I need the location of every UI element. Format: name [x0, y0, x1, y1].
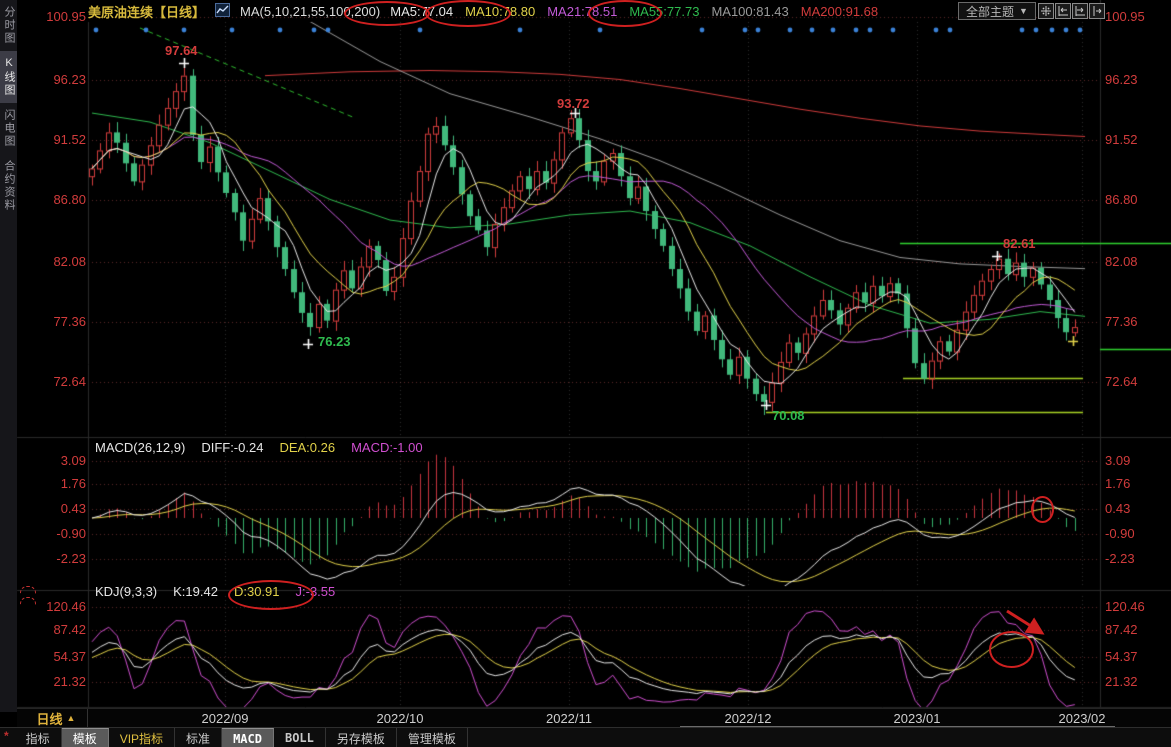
month-label: 2023/02 [1059, 711, 1106, 726]
kdj-scale-left: 21.32 [28, 674, 86, 689]
month-label: 2022/12 [725, 711, 772, 726]
price-axis-right-label: 100.95 [1105, 9, 1145, 24]
tab-另存模板[interactable]: 另存模板 [326, 728, 397, 747]
tab-VIP指标[interactable]: VIP指标 [109, 728, 175, 747]
annotation-ellipse [989, 631, 1034, 668]
macd-scale-left: 0.43 [28, 501, 86, 516]
macd-scale-right: 1.76 [1105, 476, 1130, 491]
chevron-down-icon: ▼ [1019, 6, 1028, 16]
ma-value-5: MA200:91.68 [801, 4, 878, 19]
month-label: 2023/01 [894, 711, 941, 726]
price-annotation: 93.72 [557, 96, 590, 111]
price-axis-left-label: 86.80 [28, 192, 86, 207]
annotation-ellipse [228, 580, 314, 610]
month-label: 2022/11 [546, 711, 592, 726]
month-label: 2022/10 [377, 711, 424, 726]
theme-dropdown[interactable]: 全部主题 ▼ [958, 2, 1036, 20]
scroll-indicator[interactable] [680, 726, 1115, 727]
macd-scale-right: 0.43 [1105, 501, 1130, 516]
symbol-title: 美原油连续【日线】 [88, 2, 205, 21]
macd-scale-right: -0.90 [1105, 526, 1135, 541]
price-axis-right-label: 82.08 [1105, 254, 1138, 269]
macd-name-label: MACD(26,12,9) [95, 440, 185, 455]
tab-标准[interactable]: 标准 [175, 728, 222, 747]
compress-right-icon[interactable] [1072, 3, 1088, 19]
sidebar-item-2[interactable]: 闪电图 [0, 103, 17, 154]
shift-right-icon[interactable] [1089, 3, 1105, 19]
compress-left-icon[interactable] [1055, 3, 1071, 19]
period-selector[interactable]: 日线 ▲ [25, 709, 88, 727]
macd-macd-value: MACD:-1.00 [351, 440, 423, 455]
price-axis-right-label: 77.36 [1105, 314, 1138, 329]
annotation-ellipse [344, 1, 430, 26]
macd-scale-left: 3.09 [28, 453, 86, 468]
mini-chart-icon [215, 3, 230, 20]
price-axis-right-label: 86.80 [1105, 192, 1138, 207]
macd-scale-left: -2.23 [28, 551, 86, 566]
price-axis-left-label: 82.08 [28, 254, 86, 269]
price-axis-left-label: 96.23 [28, 72, 86, 87]
kdj-k-value: K:19.42 [173, 584, 218, 599]
macd-diff-value: DIFF:-0.24 [201, 440, 263, 455]
sidebar-item-3[interactable]: 合约资料 [0, 154, 17, 218]
tab-指标[interactable]: 指标 [15, 728, 62, 747]
kdj-scale-right: 87.42 [1105, 622, 1138, 637]
price-annotation: 70.08 [772, 408, 805, 423]
price-annotation: 97.64 [165, 43, 198, 58]
tab-MACD[interactable]: MACD [222, 728, 274, 747]
price-axis-right-label: 72.64 [1105, 374, 1138, 389]
indicator-tab-bar: * 指标模板VIP指标标准MACDBOLL另存模板管理模板 [0, 727, 1171, 747]
sidebar-item-0[interactable]: 分时图 [0, 0, 17, 51]
month-label: 2022/09 [202, 711, 249, 726]
macd-dea-value: DEA:0.26 [279, 440, 335, 455]
kdj-name-label: KDJ(9,3,3) [95, 584, 157, 599]
annotation-ellipse [588, 0, 662, 27]
pane-collapse-mark[interactable] [20, 586, 36, 594]
triangle-up-icon: ▲ [67, 713, 76, 723]
annotation-ellipse [425, 0, 511, 27]
trading-app-window: 美原油连续【日线】 MA(5,10,21,55,100,200) MA5:77.… [0, 0, 1171, 747]
kdj-scale-right: 54.37 [1105, 649, 1138, 664]
price-axis-right-label: 96.23 [1105, 72, 1138, 87]
chart-type-sidebar: 分时图K线图闪电图合约资料 [0, 0, 17, 712]
kdj-scale-right: 21.32 [1105, 674, 1138, 689]
price-axis-left-label: 77.36 [28, 314, 86, 329]
macd-scale-right: 3.09 [1105, 453, 1130, 468]
kdj-scale-right: 120.46 [1105, 599, 1145, 614]
price-axis-right-label: 91.52 [1105, 132, 1138, 147]
tab-bar-star-icon: * [0, 728, 15, 747]
move-icon[interactable] [1038, 3, 1054, 19]
tab-BOLL[interactable]: BOLL [274, 728, 326, 747]
theme-dropdown-label: 全部主题 [966, 3, 1014, 20]
kdj-scale-left: 120.46 [28, 599, 86, 614]
pane-collapse-mark[interactable] [20, 597, 36, 605]
macd-scale-right: -2.23 [1105, 551, 1135, 566]
period-label: 日线 [37, 709, 63, 728]
tab-模板[interactable]: 模板 [62, 728, 109, 747]
price-axis-left-label: 72.64 [28, 374, 86, 389]
ma-value-4: MA100:81.43 [711, 4, 788, 19]
macd-scale-left: 1.76 [28, 476, 86, 491]
sidebar-item-1[interactable]: K线图 [0, 51, 17, 103]
kdj-scale-left: 87.42 [28, 622, 86, 637]
price-axis-left-label: 91.52 [28, 132, 86, 147]
price-annotation: 82.61 [1003, 236, 1036, 251]
annotation-ellipse [1031, 496, 1054, 523]
time-axis: 日线 ▲ 2022/09 2022/10 2022/11 2022/12 2023/01… [17, 708, 1171, 728]
price-annotation: 76.23 [318, 334, 351, 349]
macd-scale-left: -0.90 [28, 526, 86, 541]
tab-管理模板[interactable]: 管理模板 [397, 728, 468, 747]
macd-label-row: MACD(26,12,9) DIFF:-0.24 DEA:0.26 MACD:-… [95, 440, 423, 455]
kdj-scale-left: 54.37 [28, 649, 86, 664]
price-axis-left-label: 100.95 [28, 9, 86, 24]
